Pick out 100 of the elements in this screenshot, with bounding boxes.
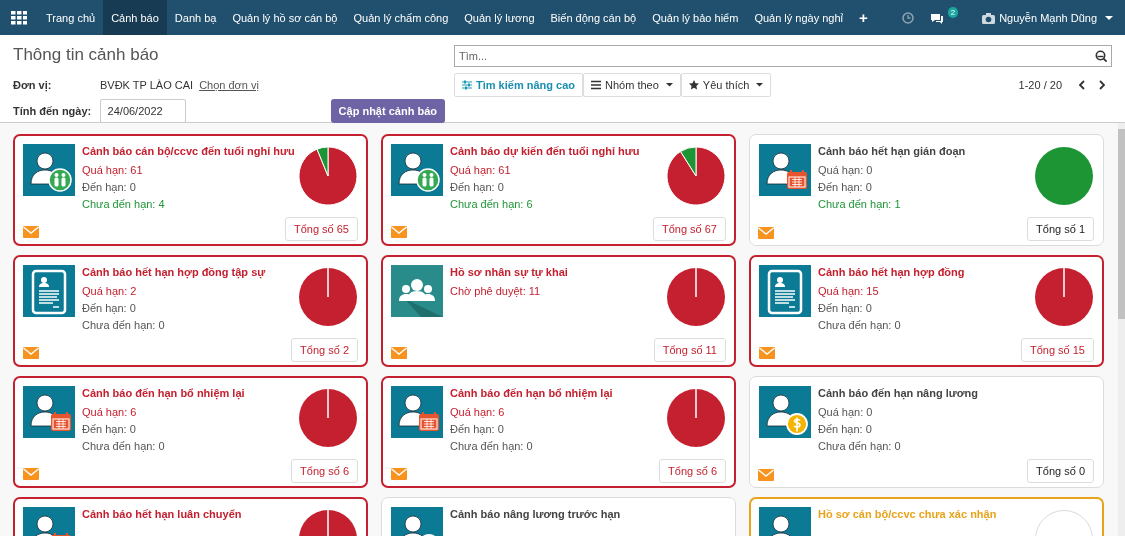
page-title: Thông tin cảnh báo: [13, 45, 160, 65]
count-line: Quá hạn: 6: [82, 405, 137, 420]
person-calendar-icon: [759, 144, 811, 196]
card-title[interactable]: Cảnh báo hết hạn hợp đồng: [818, 266, 1032, 278]
count-line: Chưa đến hạn: 0: [82, 439, 165, 454]
card-title[interactable]: Cảnh báo nâng lương trước hạn: [450, 508, 664, 520]
previous-page-icon[interactable]: [1078, 80, 1086, 90]
envelope-icon[interactable]: [758, 227, 774, 239]
scrollbar[interactable]: [1118, 123, 1125, 536]
star-icon: [688, 80, 699, 90]
envelope-icon[interactable]: [391, 226, 407, 238]
card-title[interactable]: Cảnh báo cán bộ/ccvc đến tuổi nghỉ hưu: [82, 145, 296, 157]
clock-icon[interactable]: [901, 11, 914, 24]
filter-button[interactable]: Tìm kiếm nâng cao: [454, 73, 584, 97]
field-value: BVĐK TP LÀO CAI: [100, 79, 194, 91]
pie-chart: [298, 388, 358, 448]
count-line: Đến hạn: 0: [450, 180, 504, 195]
menu-item[interactable]: Cảnh báo: [103, 0, 167, 35]
pie-chart: [298, 146, 358, 206]
update-button[interactable]: Cập nhật cảnh báo: [330, 99, 445, 123]
menu-item[interactable]: Danh bạ: [166, 0, 225, 35]
envelope-icon[interactable]: [758, 469, 774, 481]
total-button[interactable]: Tổng số 6: [291, 459, 358, 483]
envelope-icon[interactable]: [23, 226, 39, 238]
caret-icon: [756, 83, 764, 87]
card-title[interactable]: Cảnh báo hết hạn gián đoạn: [818, 145, 1032, 157]
count-line: Quá hạn: 0: [818, 163, 873, 178]
pager-text: 1-20 / 20: [1018, 79, 1062, 91]
chat-icon[interactable]: [929, 11, 944, 24]
card-title[interactable]: Cảnh báo dự kiến đến tuổi nghỉ hưu: [450, 145, 664, 157]
pie-chart: [666, 388, 726, 448]
total-button[interactable]: Tổng số 1: [1027, 217, 1094, 241]
count-line: Đến hạn: 0: [82, 301, 136, 316]
count-line: Đến hạn: 0: [818, 301, 872, 316]
choose-unit-link[interactable]: Chọn đơn vị: [199, 79, 259, 91]
count-line: Quá hạn: 61: [82, 163, 143, 178]
document-icon: [23, 265, 75, 317]
pie-chart: [1034, 146, 1094, 206]
person-coin-icon: [759, 386, 811, 438]
count-line: Chưa đến hạn: 0: [82, 318, 165, 333]
next-page-icon[interactable]: [1098, 80, 1106, 90]
caret-icon: [1105, 15, 1113, 20]
card-title[interactable]: Cảnh báo đến hạn nâng lương: [818, 387, 1032, 399]
menu-item[interactable]: Biến động cán bộ: [542, 0, 645, 35]
apps-menu-icon[interactable]: [11, 10, 27, 25]
count-line: Quá hạn: 15: [818, 284, 879, 299]
count-line: Chưa đến hạn: 1: [818, 197, 901, 212]
search-icon[interactable]: [1095, 50, 1107, 62]
envelope-icon[interactable]: [759, 347, 775, 359]
envelope-icon[interactable]: [23, 347, 39, 359]
card-title[interactable]: Cảnh báo đến hạn bổ nhiệm lại: [82, 387, 296, 399]
menu-item[interactable]: Trang chủ: [38, 0, 104, 35]
count-line: Quá hạn: 2: [82, 284, 137, 299]
person-calendar-icon: [23, 386, 75, 438]
total-button[interactable]: Tổng số 11: [653, 338, 726, 362]
count-line: Đến hạn: 0: [82, 180, 136, 195]
date-field[interactable]: 24/06/2022: [99, 99, 186, 123]
envelope-icon[interactable]: [391, 347, 407, 359]
field-label: Tính đến ngày:: [13, 105, 93, 117]
count-line: Quá hạn: 0: [818, 405, 873, 420]
caret-icon: [665, 83, 673, 87]
menu-item[interactable]: Quản lý ngày nghỉ: [746, 0, 852, 35]
card-title[interactable]: Cảnh báo hết hạn luân chuyển: [82, 508, 296, 520]
card-title[interactable]: Cảnh báo đến hạn bổ nhiệm lại: [450, 387, 664, 399]
menu-item[interactable]: Quản lý bảo hiểm: [644, 0, 747, 35]
field-label: Đơn vị:: [13, 79, 53, 91]
camera-icon: [982, 11, 996, 24]
search-field[interactable]: Tìm...: [454, 45, 1112, 67]
count-line: Đến hạn: 0: [82, 422, 136, 437]
user-menu[interactable]: Nguyễn Mạnh Dũng: [982, 11, 1113, 24]
pie-chart: [666, 267, 726, 327]
pie-chart: [1034, 267, 1094, 327]
total-button[interactable]: Tổng số 0: [1027, 459, 1094, 483]
envelope-icon[interactable]: [391, 468, 407, 480]
user-name: Nguyễn Mạnh Dũng: [999, 11, 1097, 24]
count-line: Đến hạn: 0: [818, 422, 872, 437]
total-button[interactable]: Tổng số 15: [1020, 338, 1094, 362]
list-icon: [591, 80, 602, 90]
card-title[interactable]: Hồ sơ nhân sự tự khai: [450, 266, 664, 278]
card-title[interactable]: Cảnh báo hết hạn hợp đồng tập sự: [82, 266, 296, 278]
total-button[interactable]: Tổng số 67: [652, 217, 726, 241]
count-line: Chưa đến hạn: 4: [82, 197, 165, 212]
total-button[interactable]: Tổng số 65: [284, 217, 358, 241]
count-line: Đến hạn: 0: [818, 180, 872, 195]
menu-item[interactable]: Quản lý hồ sơ cán bộ: [224, 0, 346, 35]
menu-item[interactable]: Quản lý chấm công: [345, 0, 457, 35]
count-line: Chưa đến hạn: 0: [818, 318, 901, 333]
pie-chart: [298, 267, 358, 327]
menu-item[interactable]: Quản lý lương: [456, 0, 543, 35]
sliders-icon: [462, 80, 472, 90]
total-button[interactable]: Tổng số 6: [659, 459, 726, 483]
envelope-icon[interactable]: [23, 468, 39, 480]
filter-button[interactable]: Nhóm theo: [583, 73, 681, 97]
total-button[interactable]: Tổng số 2: [291, 338, 358, 362]
add-menu-button[interactable]: +: [851, 0, 876, 35]
count-line: Chưa đến hạn: 6: [450, 197, 533, 212]
group-icon: [391, 265, 443, 317]
message-count-badge: 2: [947, 6, 959, 18]
filter-button[interactable]: Yêu thích: [680, 73, 772, 97]
count-line: Đến hạn: 0: [450, 422, 504, 437]
